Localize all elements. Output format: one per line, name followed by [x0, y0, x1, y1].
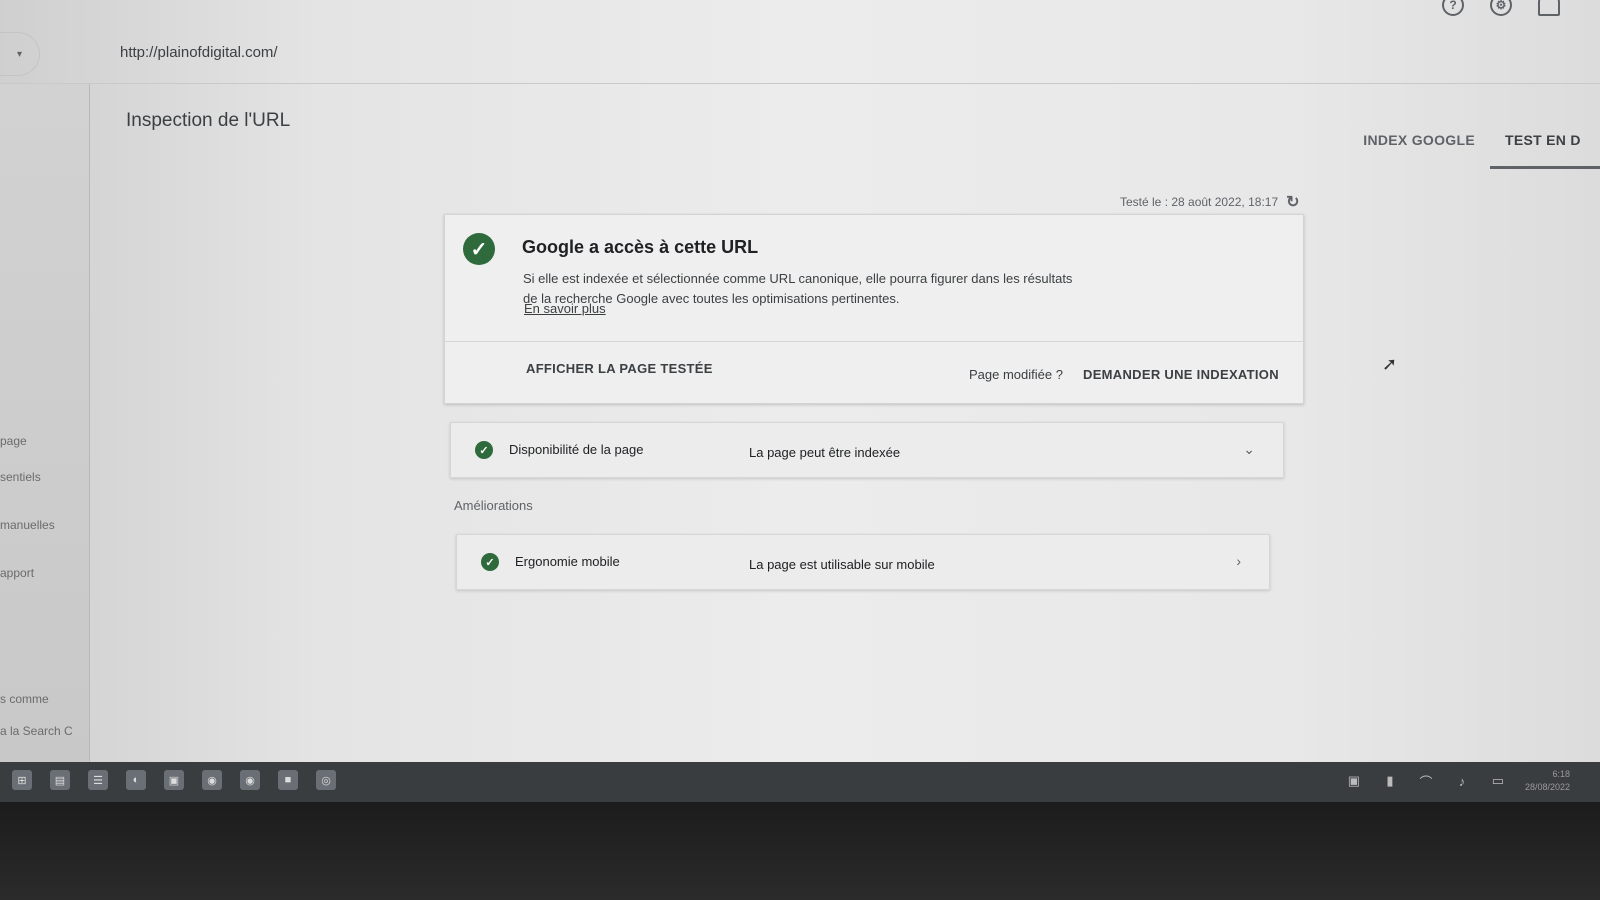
sidebar-item-manuelles[interactable]: manuelles [0, 518, 55, 532]
sidebar-item-essentiels[interactable]: sentiels [0, 470, 41, 484]
sidebar-item-search-console[interactable]: a la Search C [0, 724, 73, 738]
help-icon[interactable]: ? [1442, 0, 1464, 16]
store-icon[interactable]: ▣ [164, 770, 184, 790]
app-icon[interactable]: ■ [278, 770, 298, 790]
top-icons: ? ⚙ [1442, 0, 1560, 16]
learn-more-link[interactable]: En savoir plus [524, 301, 606, 316]
laptop-keyboard-area [0, 802, 1600, 900]
mobile-usability-label: Ergonomie mobile [515, 554, 620, 569]
taskbar: ⊞ ▤ ☰ ◐ ▣ ◉ ◉ ■ ◎ ▣ ▮ ⌒ ♪ ▭ 6:18 28/08/2… [0, 762, 1600, 802]
sidebar-item-comme[interactable]: s comme [0, 692, 49, 706]
property-dropdown[interactable]: ▾ [0, 32, 40, 76]
tested-timestamp: Testé le : 28 août 2022, 18:17 [1120, 195, 1279, 209]
check-circle-icon: ✓ [463, 233, 495, 265]
chrome-icon[interactable]: ◎ [316, 770, 336, 790]
bell-icon[interactable] [1538, 0, 1560, 16]
view-tested-page-button[interactable]: AFFICHER LA PAGE TESTÉE [526, 361, 713, 376]
availability-row[interactable]: ✓ Disponibilité de la page La page peut … [450, 422, 1284, 478]
page-modified-label: Page modifiée ? [969, 367, 1063, 382]
url-bar: ▾ http://plainofdigital.com/ [0, 24, 1600, 84]
tray-app-icon[interactable]: ▣ [1345, 772, 1363, 790]
sidebar-item-page[interactable]: page [0, 434, 27, 448]
edge-icon[interactable]: ◐ [126, 770, 146, 790]
sidebar-item-rapport[interactable]: apport [0, 566, 34, 580]
availability-label: Disponibilité de la page [509, 442, 644, 457]
refresh-icon[interactable]: ↻ [1286, 192, 1299, 212]
page-title: Inspection de l'URL [126, 110, 291, 131]
chevron-down-icon[interactable]: ⌄ [1243, 441, 1255, 458]
availability-value: La page peut être indexée [749, 445, 901, 460]
request-indexing-button[interactable]: DEMANDER UNE INDEXATION [1083, 367, 1279, 382]
mouse-cursor-icon: ➚ [1382, 354, 1398, 374]
task-view-icon[interactable]: ☰ [88, 770, 108, 790]
taskbar-apps: ⊞ ▤ ☰ ◐ ▣ ◉ ◉ ■ ◎ [12, 770, 336, 790]
tab-live-test[interactable]: TEST EN D [1490, 126, 1600, 169]
chevron-down-icon: ▾ [16, 48, 23, 60]
tested-timestamp-row: Testé le : 28 août 2022, 18:17 ↻ [1120, 192, 1300, 212]
firefox-icon-2[interactable]: ◉ [240, 770, 260, 790]
system-clock[interactable]: 6:18 28/08/2022 [1525, 768, 1570, 794]
status-description: Si elle est indexée et sélectionnée comm… [523, 271, 1073, 306]
clock-time: 6:18 [1552, 769, 1570, 779]
battery-icon[interactable]: ▮ [1381, 772, 1399, 790]
notification-icon[interactable]: ▭ [1489, 772, 1507, 790]
system-tray: ▣ ▮ ⌒ ♪ ▭ 6:18 28/08/2022 [1345, 768, 1570, 794]
mobile-usability-value: La page est utilisable sur mobile [749, 557, 935, 572]
browser-screen: ▾ http://plainofdigital.com/ ? ⚙ page se… [0, 0, 1600, 778]
sidebar: page sentiels manuelles apport s comme a… [0, 84, 90, 778]
check-circle-icon: ✓ [481, 553, 499, 571]
url-status-card: ✓ Google a accès à cette URL Si elle est… [444, 214, 1304, 404]
start-icon[interactable]: ⊞ [12, 770, 32, 790]
tab-bar: INDEX GOOGLE TEST EN D [1348, 126, 1600, 169]
chevron-right-icon[interactable]: › [1236, 553, 1241, 569]
mobile-usability-row[interactable]: ✓ Ergonomie mobile La page est utilisabl… [456, 534, 1270, 590]
status-title: Google a accès à cette URL [522, 237, 759, 257]
improvements-section-label: Améliorations [454, 498, 533, 513]
clock-date: 28/08/2022 [1524, 782, 1570, 792]
inspected-url[interactable]: http://plainofdigital.com/ [120, 44, 278, 61]
firefox-icon[interactable]: ◉ [202, 770, 222, 790]
tab-index-google[interactable]: INDEX GOOGLE [1348, 126, 1490, 169]
settings-user-icon[interactable]: ⚙ [1490, 0, 1512, 16]
card-divider [445, 341, 1303, 342]
volume-icon[interactable]: ♪ [1453, 772, 1471, 790]
network-icon[interactable]: ⌒ [1417, 772, 1435, 790]
check-circle-icon: ✓ [475, 441, 493, 459]
file-explorer-icon[interactable]: ▤ [50, 770, 70, 790]
